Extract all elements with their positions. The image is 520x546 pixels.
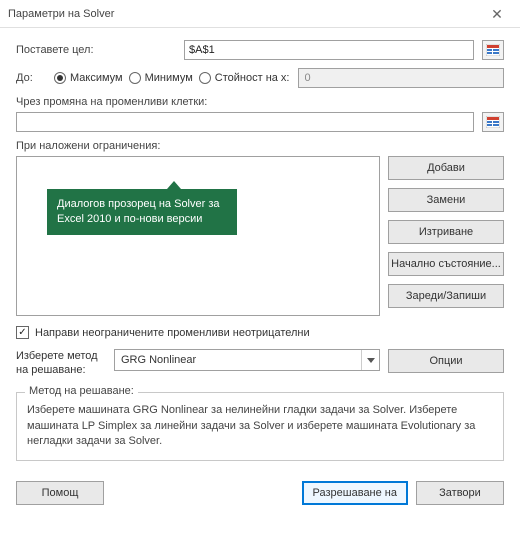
changing-input[interactable] [16,112,474,132]
solve-button[interactable]: Разрешаване на [302,481,408,505]
radio-icon [129,72,141,84]
radio-value-of[interactable]: Стойност на х: [199,72,290,84]
radio-max-label: Максимум [70,72,123,84]
to-label: До: [16,72,46,84]
non-negative-checkbox[interactable]: ✓ Направи неограничените променливи неот… [16,326,504,339]
changing-ref-icon[interactable] [482,112,504,132]
radio-value-of-label: Стойност на х: [215,72,290,84]
method-group-title: Метод на решаване: [25,385,138,397]
checkbox-label: Направи неограничените променливи неотри… [35,327,310,339]
constraints-label: При наложени ограничения: [16,140,504,152]
objective-label: Поставете цел: [16,44,176,56]
constraint-buttons: Добави Замени Изтриване Начално състояни… [388,156,504,316]
method-select-value: GRG Nonlinear [121,354,196,366]
chevron-down-icon [361,350,379,370]
close-icon[interactable]: ✕ [482,7,512,21]
radio-min-label: Минимум [145,72,193,84]
radio-min[interactable]: Минимум [129,72,193,84]
help-button[interactable]: Помощ [16,481,104,505]
callout-tooltip: Диалогов прозорец на Solver за Excel 201… [47,189,237,235]
dialog-body: Поставете цел: До: Максимум Минимум [0,28,520,471]
radio-icon [54,72,66,84]
method-select[interactable]: GRG Nonlinear [114,349,380,371]
to-radio-group: Максимум Минимум Стойност на х: [54,72,290,84]
changing-label: Чрез промяна на променливи клетки: [16,96,504,108]
value-of-input[interactable] [298,68,505,88]
reset-button[interactable]: Начално състояние... [388,252,504,276]
add-button[interactable]: Добави [388,156,504,180]
radio-icon [199,72,211,84]
load-save-button[interactable]: Зареди/Запиши [388,284,504,308]
constraints-listbox[interactable]: Диалогов прозорец на Solver за Excel 201… [16,156,380,316]
options-button[interactable]: Опции [388,349,504,373]
close-button[interactable]: Затвори [416,481,504,505]
objective-ref-icon[interactable] [482,40,504,60]
method-group: Метод на решаване: Изберете машината GRG… [16,392,504,462]
checkbox-icon: ✓ [16,326,29,339]
titlebar: Параметри на Solver ✕ [0,0,520,28]
delete-button[interactable]: Изтриване [388,220,504,244]
window-title: Параметри на Solver [8,8,482,20]
objective-input[interactable] [184,40,474,60]
method-group-body: Изберете машината GRG Nonlinear за нелин… [27,403,493,451]
radio-max[interactable]: Максимум [54,72,123,84]
method-label: Изберете метод на решаване: [16,349,106,378]
change-button[interactable]: Замени [388,188,504,212]
footer: Помощ Разрешаване на Затвори [0,471,520,517]
